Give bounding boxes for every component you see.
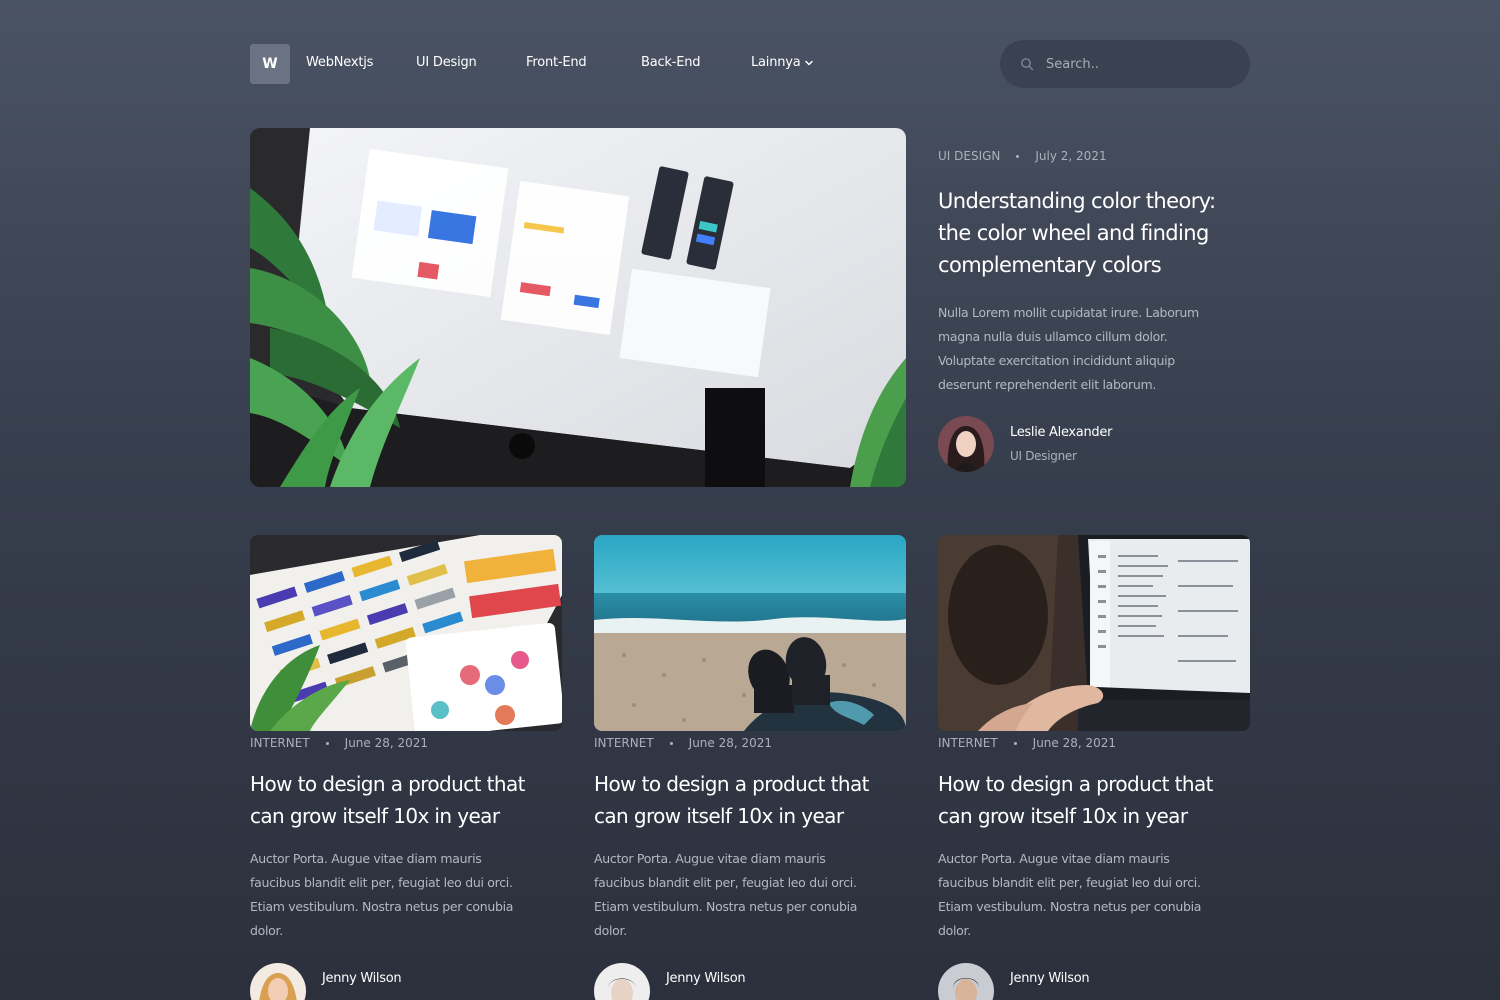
- nav-link-ui-design[interactable]: UI Design: [416, 55, 477, 70]
- separator-dot: [325, 741, 329, 745]
- card-title[interactable]: How to design a product that can grow it…: [594, 768, 894, 832]
- avatar: [938, 963, 994, 1000]
- nav-link-back-end[interactable]: Back-End: [641, 55, 701, 70]
- hero-image[interactable]: [250, 128, 906, 487]
- author-info: Jenny Wilson: [1010, 963, 1090, 986]
- card-date: June 28, 2021: [1032, 736, 1117, 750]
- separator-dot: [669, 741, 673, 745]
- author-name: Jenny Wilson: [322, 971, 402, 986]
- card-title[interactable]: How to design a product that can grow it…: [250, 768, 550, 832]
- logo-text[interactable]: WebNextjs: [306, 55, 373, 70]
- search-icon: [1021, 58, 1034, 71]
- search-input[interactable]: [1046, 56, 1216, 72]
- hero-date: July 2, 2021: [1035, 149, 1107, 163]
- card-category[interactable]: INTERNET: [250, 736, 310, 750]
- author-info: Jenny Wilson: [322, 963, 402, 986]
- author-info: Jenny Wilson: [666, 963, 746, 986]
- card-category[interactable]: INTERNET: [594, 736, 654, 750]
- hero-title[interactable]: Understanding color theory: the color wh…: [938, 185, 1238, 281]
- card-author[interactable]: Jenny Wilson: [938, 963, 1250, 1000]
- author-info: Leslie Alexander UI Designer: [1010, 425, 1112, 463]
- card-meta: INTERNET June 28, 2021: [594, 736, 906, 750]
- avatar: [938, 416, 994, 472]
- hero-meta: UI DESIGN July 2, 2021: [938, 149, 1107, 163]
- card-description: Auctor Porta. Augue vitae diam mauris fa…: [594, 851, 858, 938]
- card-image[interactable]: [250, 535, 562, 731]
- separator-dot: [1013, 741, 1017, 745]
- author-role: UI Designer: [1010, 449, 1077, 463]
- hero-author[interactable]: Leslie Alexander UI Designer: [938, 416, 1112, 472]
- author-name: Jenny Wilson: [1010, 971, 1090, 986]
- card-image[interactable]: [594, 535, 906, 731]
- author-name: Leslie Alexander: [1010, 425, 1113, 440]
- card-meta: INTERNET June 28, 2021: [250, 736, 562, 750]
- article-card[interactable]: INTERNET June 28, 2021 How to design a p…: [250, 535, 562, 1000]
- article-card[interactable]: INTERNET June 28, 2021 How to design a p…: [938, 535, 1250, 1000]
- avatar: [594, 963, 650, 1000]
- card-description: Auctor Porta. Augue vitae diam mauris fa…: [938, 851, 1202, 938]
- avatar: [250, 963, 306, 1000]
- logo-mark[interactable]: W: [250, 44, 290, 84]
- hero-description: Nulla Lorem mollit cupidatat irure. Labo…: [938, 305, 1199, 392]
- card-image[interactable]: [938, 535, 1250, 731]
- chevron-down-icon: [804, 60, 813, 65]
- card-date: June 28, 2021: [344, 736, 429, 750]
- article-card[interactable]: INTERNET June 28, 2021 How to design a p…: [594, 535, 906, 1000]
- separator-dot: [1016, 154, 1020, 158]
- card-author[interactable]: Jenny Wilson: [594, 963, 906, 1000]
- author-name: Jenny Wilson: [666, 971, 746, 986]
- card-category[interactable]: INTERNET: [938, 736, 998, 750]
- hero-category[interactable]: UI DESIGN: [938, 149, 1000, 163]
- card-date: June 28, 2021: [688, 736, 773, 750]
- card-author[interactable]: Jenny Wilson: [250, 963, 562, 1000]
- card-meta: INTERNET June 28, 2021: [938, 736, 1250, 750]
- hero-illustration: [250, 128, 906, 487]
- nav-dropdown-label: Lainnya: [751, 55, 801, 70]
- top-navigation: W WebNextjs UI Design Front-End Back-End…: [250, 40, 1250, 88]
- nav-dropdown-lainnya[interactable]: Lainnya: [751, 55, 814, 70]
- nav-link-front-end[interactable]: Front-End: [526, 55, 587, 70]
- card-description: Auctor Porta. Augue vitae diam mauris fa…: [250, 851, 514, 938]
- card-title[interactable]: How to design a product that can grow it…: [938, 768, 1238, 832]
- search-box[interactable]: [1000, 40, 1250, 88]
